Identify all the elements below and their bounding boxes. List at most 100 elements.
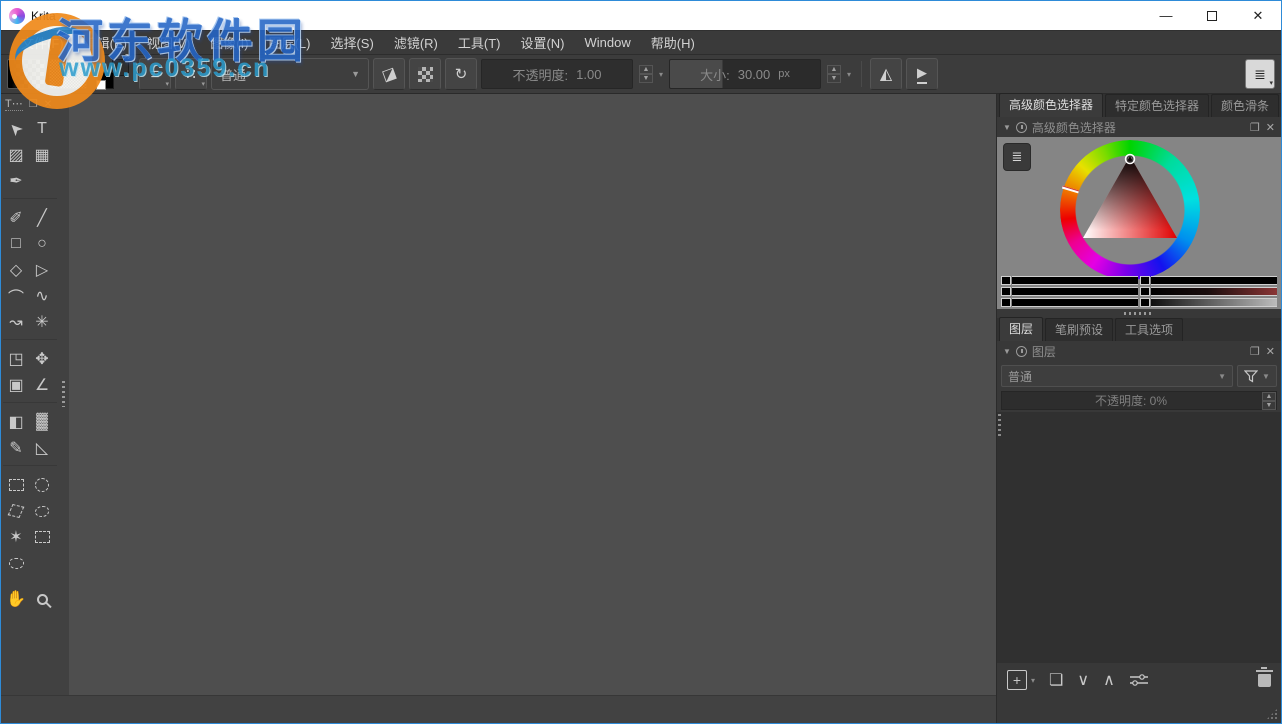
history-strip[interactable] <box>1012 276 1138 285</box>
menu-item-帮助h[interactable]: 帮助(H) <box>641 30 705 55</box>
text-tool[interactable]: T <box>29 116 55 142</box>
close-docker-icon[interactable]: ✕ <box>1266 345 1275 358</box>
blending-mode-combobox[interactable]: 普通 ▼ <box>211 58 369 90</box>
color-selector-settings-button[interactable]: ≣ <box>1003 143 1031 171</box>
hue-wheel[interactable] <box>1060 140 1200 280</box>
canvas-area[interactable] <box>69 94 996 695</box>
color-docker-tab[interactable]: 颜色滑条 <box>1211 94 1279 117</box>
history-swatch[interactable] <box>1001 276 1011 285</box>
spin-down-icon[interactable]: ▼ <box>827 74 841 83</box>
preserve-alpha-button[interactable] <box>409 58 441 90</box>
collapse-arrow-icon[interactable]: ▼ <box>1003 123 1011 132</box>
ellipse-select-tool[interactable] <box>29 472 55 498</box>
spin-up-icon[interactable]: ▲ <box>639 65 653 74</box>
layer-list[interactable] <box>997 412 1281 663</box>
history-swatch[interactable] <box>1001 298 1011 307</box>
layer-blending-mode-combobox[interactable]: 普通 ▼ <box>1001 365 1233 387</box>
history-strip[interactable] <box>1012 298 1138 307</box>
size-spinner[interactable]: ▲▼ <box>827 65 841 83</box>
opacity-slider[interactable]: 不透明度: 1.00 <box>481 59 633 89</box>
rectangle-tool[interactable]: □ <box>3 231 29 257</box>
layers-docker-tab[interactable]: 图层 <box>999 317 1043 341</box>
menu-item-设置n[interactable]: 设置(N) <box>510 30 574 55</box>
reload-preset-button[interactable]: ↻ <box>445 58 477 90</box>
collapse-arrow-icon[interactable]: ▼ <box>1003 347 1011 356</box>
close-docker-icon[interactable]: ✕ <box>44 99 52 110</box>
pattern-edit-tool[interactable]: ▦ <box>29 142 55 168</box>
measure-tool[interactable]: ◺ <box>29 435 55 461</box>
maximize-button[interactable] <box>1189 1 1235 30</box>
docker-lock-icon[interactable] <box>1016 122 1027 133</box>
size-options-arrow[interactable]: ▾ <box>847 70 851 79</box>
menu-item-视图v[interactable]: 视图(V) <box>137 30 200 55</box>
history-swatch[interactable] <box>1001 287 1011 296</box>
mirror-vertical-button[interactable]: ▶ <box>906 58 938 90</box>
polygon-select-tool[interactable] <box>3 498 29 524</box>
ellipse-tool[interactable]: ○ <box>29 231 55 257</box>
history-swatch[interactable] <box>1140 287 1150 296</box>
move-layer-up-button[interactable]: ∧ <box>1103 670 1115 690</box>
spin-up-icon[interactable]: ▲ <box>827 65 841 74</box>
transform-tool[interactable]: ▣ <box>3 372 29 398</box>
select-shapes-tool[interactable]: ➤ <box>3 116 29 142</box>
mirror-horizontal-button[interactable]: ◭ <box>870 58 902 90</box>
move-tool[interactable]: ✥ <box>29 346 55 372</box>
menu-item-图层l[interactable]: 图层(L) <box>259 30 321 55</box>
foreground-color-swatch[interactable] <box>97 72 114 89</box>
calligraphy-tool[interactable]: ✒ <box>3 168 29 194</box>
layer-opacity-spinner[interactable]: ▲▼ <box>1262 392 1276 410</box>
freehand-select-tool[interactable] <box>29 498 55 524</box>
layer-opacity-slider[interactable]: 不透明度: 0% ▲▼ <box>1001 391 1277 410</box>
float-docker-icon[interactable]: ❐ <box>1250 345 1260 358</box>
polygon-tool[interactable]: ◇ <box>3 257 29 283</box>
crop-tool[interactable]: ◳ <box>3 346 29 372</box>
pattern-swatch[interactable] <box>49 59 87 89</box>
line-tool[interactable]: ╱ <box>29 205 55 231</box>
history-strip[interactable] <box>1151 276 1277 285</box>
float-docker-icon[interactable]: ❐ <box>29 99 38 110</box>
dynamic-brush-tool[interactable]: ↝ <box>3 309 29 335</box>
color-picker-tool[interactable]: ✎ <box>3 435 29 461</box>
menu-item-滤镜r[interactable]: 滤镜(R) <box>384 30 448 55</box>
duplicate-layer-button[interactable]: ❏ <box>1049 670 1063 690</box>
size-slider[interactable]: 大小: 30.00 px <box>669 59 821 89</box>
toolbox-splitter[interactable] <box>58 94 69 695</box>
brush-settings-button[interactable]: ≡▾ <box>139 58 171 90</box>
color-docker-tab[interactable]: 高级颜色选择器 <box>999 93 1103 117</box>
splitter-handle[interactable] <box>62 381 65 407</box>
edit-shapes-tool[interactable]: ▨ <box>3 142 29 168</box>
zoom-tool[interactable] <box>29 586 55 612</box>
layer-filter-button[interactable]: ▼ <box>1237 365 1277 387</box>
saturation-value-triangle[interactable] <box>1060 140 1200 280</box>
history-strip[interactable] <box>1012 287 1138 296</box>
history-strip[interactable] <box>1151 287 1277 296</box>
add-layer-dropdown-arrow[interactable]: ▾ <box>1031 676 1035 685</box>
opacity-spinner[interactable]: ▲▼ <box>639 65 653 83</box>
layer-properties-button[interactable] <box>1129 673 1149 687</box>
menu-item-文件f[interactable]: 文件(F) <box>11 30 74 55</box>
move-layer-down-button[interactable]: ∨ <box>1077 670 1089 690</box>
fill-tool[interactable]: ◧ <box>3 409 29 435</box>
spin-down-icon[interactable]: ▼ <box>639 74 653 83</box>
menu-item-编辑e[interactable]: 编辑(E) <box>74 30 137 55</box>
minimize-button[interactable]: — <box>1143 1 1189 30</box>
workspace-chooser-button[interactable]: ≣▾ <box>1245 59 1275 89</box>
multibrush-tool[interactable]: ✳ <box>29 309 55 335</box>
panel-edge-handle[interactable] <box>998 414 1001 436</box>
resize-grip[interactable] <box>1266 708 1278 720</box>
float-docker-icon[interactable]: ❐ <box>1250 121 1260 134</box>
rect-select-tool[interactable] <box>3 472 29 498</box>
bezier-curve-tool[interactable]: ⌒ <box>3 283 29 309</box>
history-strip[interactable] <box>1151 298 1277 307</box>
close-docker-icon[interactable]: ✕ <box>1266 121 1275 134</box>
color-docker-tab[interactable]: 特定颜色选择器 <box>1105 94 1209 117</box>
layers-docker-tab[interactable]: 工具选项 <box>1115 318 1183 341</box>
freehand-path-tool[interactable]: ∿ <box>29 283 55 309</box>
layers-docker-tab[interactable]: 笔刷预设 <box>1045 318 1113 341</box>
background-color-swatch[interactable] <box>112 59 129 76</box>
menu-item-选择s[interactable]: 选择(S) <box>320 30 383 55</box>
polyline-tool[interactable]: ▷ <box>29 257 55 283</box>
opacity-options-arrow[interactable]: ▾ <box>659 70 663 79</box>
menu-item-工具t[interactable]: 工具(T) <box>448 30 511 55</box>
spin-up-icon[interactable]: ▲ <box>1262 392 1276 401</box>
